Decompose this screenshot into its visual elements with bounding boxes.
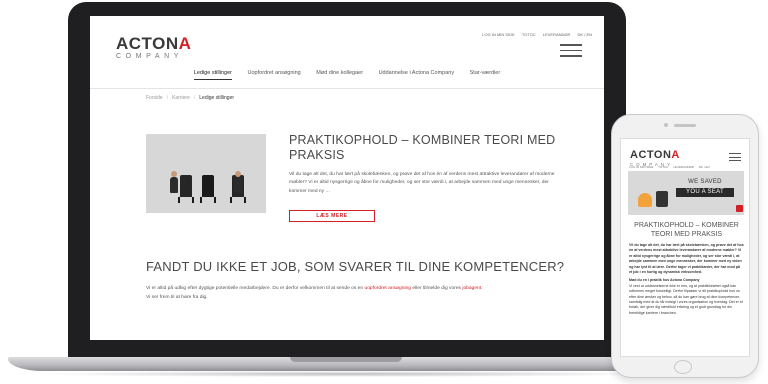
person-figure [170, 171, 178, 193]
supplier-link[interactable]: LEVERANDØR [673, 165, 694, 169]
totoc-link[interactable]: TOTOC [658, 165, 668, 169]
mobile-article-title: PRAKTIKOPHOLD – KOMBINER TEORI MED PRAKS… [634, 222, 739, 238]
breadcrumb: Forside / Karriere / Ledige stillinger [146, 95, 235, 101]
laptop-shadow [30, 371, 662, 377]
banner-image[interactable]: WE SAVED YOU A SEAT [628, 171, 744, 215]
language-switch[interactable]: DK / EN [699, 165, 710, 169]
breadcrumb-current: Ledige stillinger [199, 95, 235, 101]
jobagent-link[interactable]: jobagent [462, 286, 481, 291]
language-switch[interactable]: DK / EN [578, 32, 592, 37]
chair-figure [656, 191, 668, 207]
career-nav: Ledige stillinger Uopfordret ansøgning M… [90, 70, 604, 84]
divider [90, 88, 604, 89]
desktop-website: ACTONA COMPANY LOG IN MIN SIDE TOTOC LEV… [90, 16, 604, 340]
home-button[interactable] [674, 360, 692, 374]
speaker-grille [674, 124, 696, 127]
nav-item-kollegaer[interactable]: Mød dine kollegaer [316, 70, 363, 79]
section-title: FANDT DU IKKE ET JOB, SOM SVARER TIL DIN… [146, 259, 565, 274]
read-more-button[interactable]: LÆS MERE [289, 210, 375, 222]
actona-logo[interactable]: ACTONA COMPANY [116, 35, 191, 61]
feature-title[interactable]: PRAKTIKOPHOLD – KOMBINER TEORI MED PRAKS… [289, 133, 569, 163]
nav-item-ledige-stillinger[interactable]: Ledige stillinger [193, 70, 232, 80]
nav-item-star-vaerdier[interactable]: Star-værdier [470, 70, 501, 79]
breadcrumb-home[interactable]: Forside [146, 95, 163, 101]
menu-icon[interactable] [560, 44, 582, 61]
share-icon[interactable] [736, 205, 743, 212]
unsolicited-application-link[interactable]: uopfordret ansøgning [364, 286, 411, 291]
laptop-notch [290, 357, 402, 362]
banner-text: WE SAVED YOU A SEAT [676, 179, 734, 197]
nav-item-uopfordret[interactable]: Uopfordret ansøgning [248, 70, 301, 79]
login-link[interactable]: LOG IN MIN SIDE [482, 32, 514, 37]
nav-item-uddannelse[interactable]: Uddannelse i Actona Company [379, 70, 455, 79]
feature-text: Vil du tage alt det, du har lært på skol… [289, 172, 555, 194]
login-link[interactable]: LOG IN MIN SIDE [629, 165, 653, 169]
camera-icon [664, 123, 668, 127]
person-figure [234, 171, 242, 193]
totoc-link[interactable]: TOTOC [522, 32, 536, 37]
feature-image[interactable] [146, 134, 266, 213]
breadcrumb-career[interactable]: Karriere [172, 95, 190, 101]
section-text: Vi er altid på udkig efter dygtige poten… [146, 286, 483, 300]
chair-figure [200, 175, 216, 203]
chair-figure [178, 175, 194, 203]
top-utility-nav: LOG IN MIN SIDE TOTOC LEVERANDØR DK / EN [476, 32, 592, 37]
supplier-link[interactable]: LEVERANDØR [543, 32, 571, 37]
mobile-website: ACTONA COMPANY LOG IN MIN SIDE TOTOC LEV… [620, 138, 750, 357]
site-header: ACTONA COMPANY LOG IN MIN SIDE TOTOC LEV… [90, 16, 604, 68]
chair-figure [638, 193, 652, 207]
menu-icon[interactable] [729, 153, 741, 164]
top-utility-nav-mobile: LOG IN MIN SIDE TOTOC LEVERANDØR DK / EN [629, 165, 714, 169]
mobile-article-text: Vil du tage alt det, du har lært på skol… [629, 243, 744, 315]
